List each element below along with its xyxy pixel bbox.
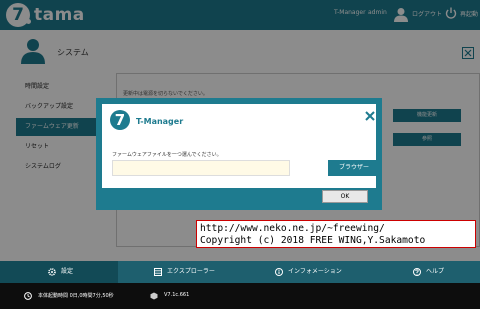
tab-information-label: インフォメーション	[288, 268, 342, 275]
bottom-nav: 設定 エクスプローラー インフォメーション ヘルプ	[0, 261, 480, 283]
dialog-message: ファームウェアファイルを一つ選んでください。	[112, 152, 222, 158]
gear-icon	[48, 267, 56, 276]
tab-explorer[interactable]: エクスプローラー	[154, 261, 215, 283]
dialog-title: T-Manager	[136, 117, 184, 126]
help-icon	[413, 267, 421, 276]
file-path-input[interactable]	[112, 160, 290, 176]
watermark-copyright: Copyright (c) 2018 FREE WING,Y.Sakamoto	[200, 235, 426, 246]
watermark-url: http://www.neko.ne.jp/~freewing/	[200, 223, 385, 234]
dialog-logo-icon: 7	[110, 110, 130, 130]
version-text: V7.1c.661	[164, 292, 190, 298]
version-icon	[150, 292, 158, 300]
status-bar: 本体起動時間 0日,0時間7分,50秒 V7.1c.661	[0, 283, 480, 309]
tab-help[interactable]: ヘルプ	[413, 261, 444, 283]
uptime-text: 本体起動時間 0日,0時間7分,50秒	[38, 293, 114, 299]
tab-information[interactable]: インフォメーション	[275, 261, 342, 283]
tab-explorer-label: エクスプローラー	[167, 268, 215, 275]
ok-button[interactable]: OK	[322, 190, 368, 203]
dialog-close-icon[interactable]	[364, 110, 376, 122]
browse-button[interactable]: ブラウザー	[328, 160, 380, 176]
tab-settings[interactable]: 設定	[0, 261, 118, 283]
clock-icon	[24, 292, 32, 300]
tab-help-label: ヘルプ	[426, 268, 445, 275]
explorer-icon	[154, 267, 162, 276]
dialog-body: 7 T-Manager ファームウェアファイルを一つ選んでください。 ブラウザー	[102, 104, 380, 188]
copyright-watermark: http://www.neko.ne.jp/~freewing/ Copyrig…	[196, 220, 476, 248]
info-icon	[275, 267, 283, 276]
tab-settings-label: 設定	[61, 268, 74, 275]
